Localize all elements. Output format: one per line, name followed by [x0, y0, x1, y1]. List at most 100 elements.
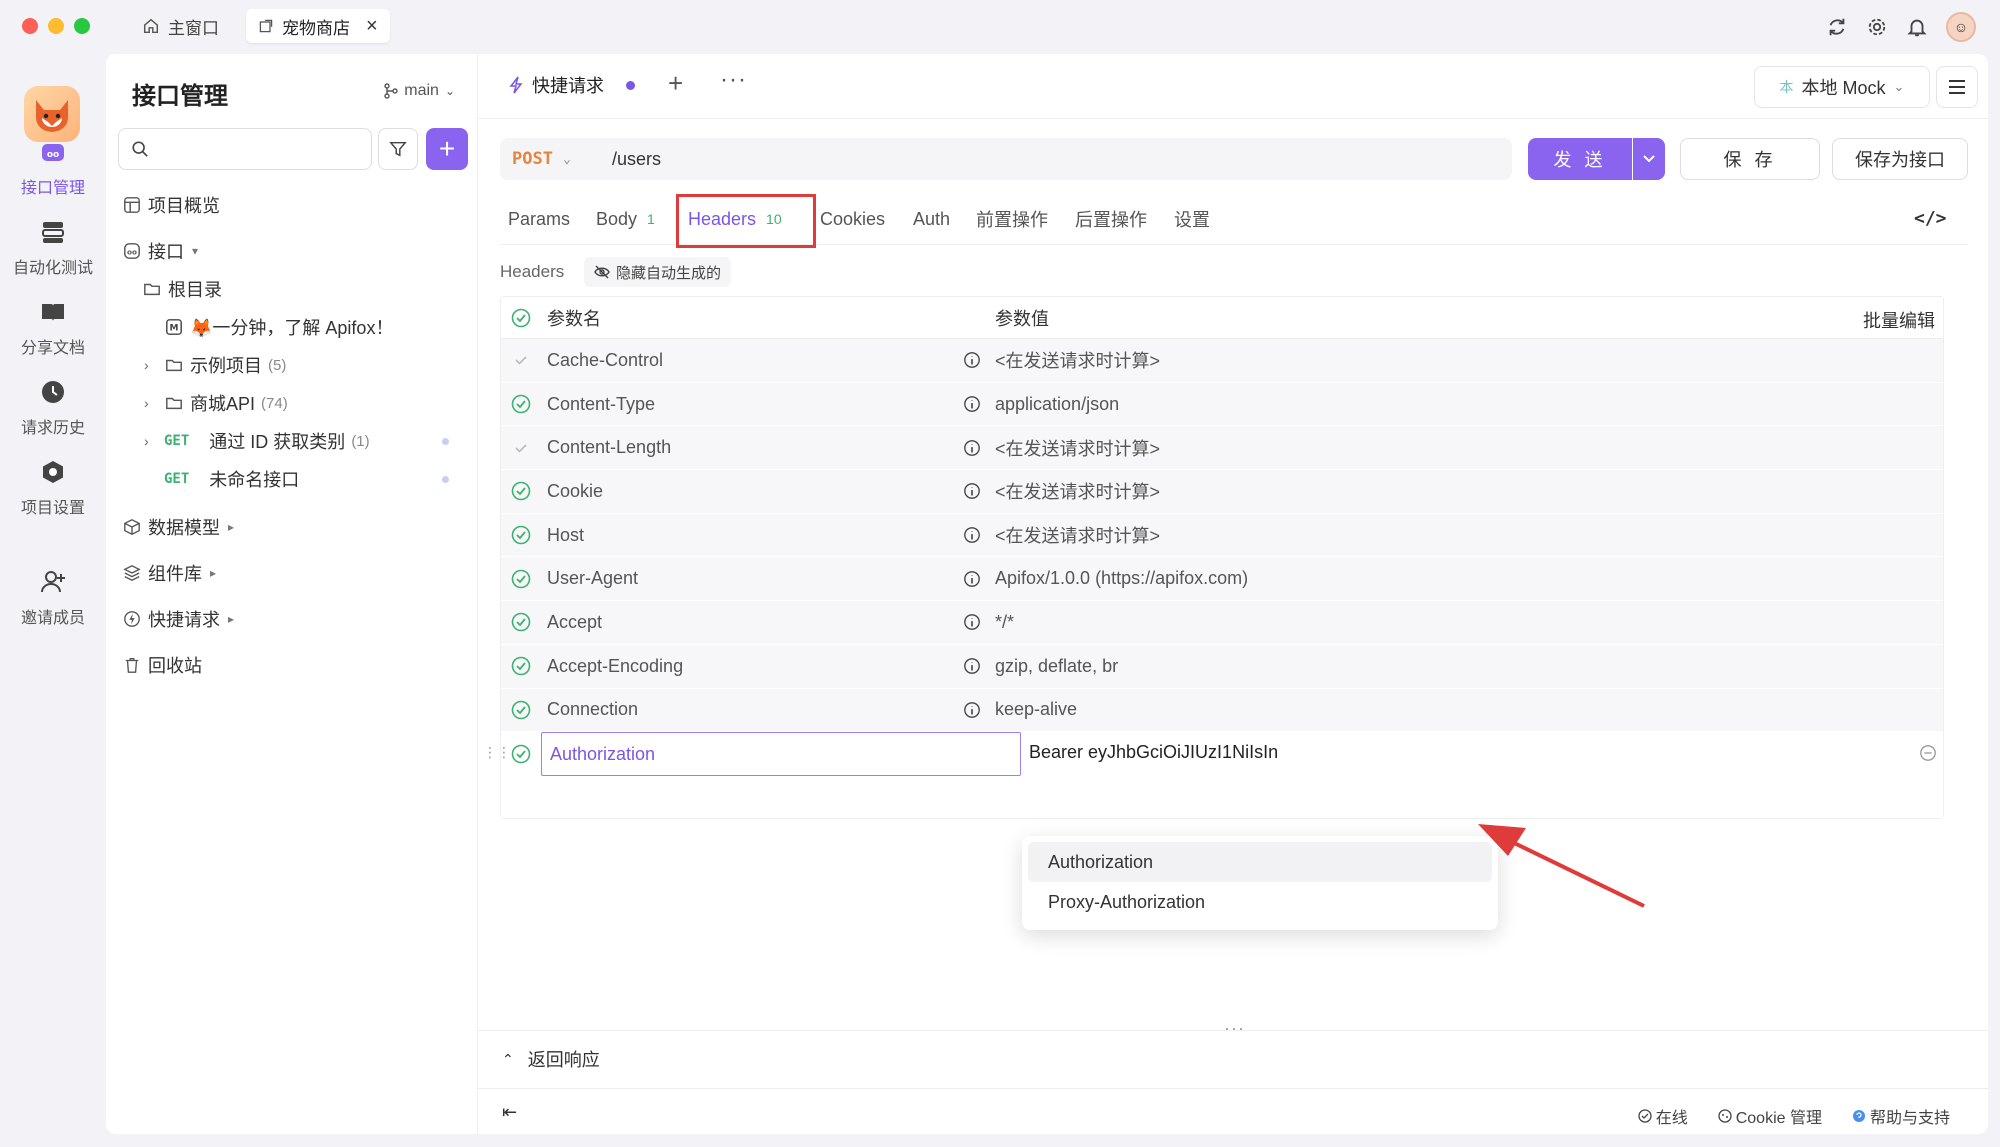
- send-options-button[interactable]: [1633, 138, 1665, 180]
- tree-item-api[interactable]: oo 接口 ▾: [122, 236, 198, 266]
- tree-item-components[interactable]: 组件库 ▸: [122, 558, 216, 588]
- check-circle-icon[interactable]: [511, 525, 531, 545]
- filter-button[interactable]: [378, 128, 418, 170]
- header-value: <在发送请求时计算>: [995, 526, 1161, 547]
- check-icon[interactable]: [514, 441, 528, 455]
- sync-icon[interactable]: [1826, 16, 1848, 38]
- rail-item-automation[interactable]: 自动化测试: [0, 218, 106, 278]
- window-close-button[interactable]: [22, 18, 38, 34]
- check-circle-icon[interactable]: [511, 700, 531, 720]
- response-panel-toggle[interactable]: ⌃ 返回响应: [502, 1046, 600, 1072]
- caret-down-icon: ▾: [192, 244, 199, 258]
- online-status[interactable]: 在线: [1638, 1104, 1688, 1128]
- tree-item-data-models[interactable]: 数据模型 ▸: [122, 512, 234, 542]
- tab-body[interactable]: Body 1: [596, 204, 655, 234]
- chevron-right-icon: ›: [144, 357, 149, 373]
- check-icon[interactable]: [514, 353, 528, 367]
- branch-selector[interactable]: main ⌄: [384, 82, 455, 100]
- header-name-input[interactable]: Authorization: [541, 732, 1021, 777]
- header-name: Cookie: [547, 480, 604, 501]
- tree-label: 未命名接口: [209, 470, 300, 490]
- check-circle-icon[interactable]: [511, 744, 531, 764]
- more-tabs-icon[interactable]: ···: [720, 66, 747, 94]
- tree-item-root[interactable]: 根目录: [142, 274, 222, 304]
- tree-item-unnamed-api[interactable]: GET 未命名接口: [164, 464, 299, 494]
- col-name-header: 参数名: [547, 308, 601, 329]
- book-icon: [42, 304, 64, 321]
- close-icon[interactable]: ×: [366, 15, 378, 38]
- rail-item-api-management[interactable]: oo 接口管理: [0, 138, 106, 198]
- tree-item-example-project[interactable]: › 示例项目 (5): [144, 350, 286, 380]
- tree-item-get-category[interactable]: › GET 通过 ID 获取类别 (1): [144, 426, 370, 456]
- resize-handle-icon[interactable]: ···: [1224, 1018, 1245, 1039]
- hide-auto-label: 隐藏自动生成的: [616, 264, 722, 282]
- chevron-down-icon: [1643, 155, 1655, 163]
- tree-label: 项目概览: [148, 196, 220, 216]
- header-name: Content-Type: [547, 393, 656, 414]
- tree-count: (5): [268, 356, 287, 374]
- info-icon: [964, 570, 980, 587]
- tree-item-quick-request[interactable]: 快捷请求 ▸: [122, 604, 234, 634]
- menu-button[interactable]: [1936, 66, 1978, 108]
- table-row: Cache-Control <在发送请求时计算>: [501, 339, 1943, 383]
- table-row: Accept */*: [501, 601, 1943, 645]
- check-circle-icon[interactable]: [511, 481, 531, 501]
- bulk-edit-button[interactable]: 批量编辑: [1863, 307, 1935, 333]
- table-row: Connection keep-alive: [501, 688, 1943, 733]
- check-circle-icon[interactable]: [511, 569, 531, 589]
- rail-item-invite[interactable]: 邀请成员: [0, 568, 106, 628]
- sidebar-search-input[interactable]: [118, 128, 372, 170]
- tree-item-intro[interactable]: M 🦊一分钟，了解 Apifox！: [164, 312, 393, 342]
- tab-auth[interactable]: Auth: [913, 204, 950, 234]
- window-tab-project[interactable]: 宠物商店 ×: [246, 9, 390, 43]
- bell-icon[interactable]: [1906, 16, 1928, 38]
- tab-label: Body: [596, 208, 638, 229]
- rail-item-project-settings[interactable]: 项目设置: [0, 458, 106, 518]
- suggestion-authorization[interactable]: Authorization: [1028, 842, 1492, 882]
- rail-label: 请求历史: [20, 420, 85, 437]
- info-icon: [964, 658, 980, 675]
- collapse-sidebar-icon[interactable]: ⇤: [502, 1102, 517, 1123]
- check-circle-icon[interactable]: [511, 656, 531, 676]
- window-minimize-button[interactable]: [48, 18, 64, 34]
- save-button[interactable]: 保 存: [1680, 138, 1820, 180]
- send-button[interactable]: 发 送: [1528, 138, 1632, 180]
- tree-item-trash[interactable]: 回收站: [122, 650, 202, 680]
- gear-icon[interactable]: [1866, 16, 1888, 38]
- save-as-api-button[interactable]: 保存为接口: [1832, 138, 1968, 180]
- user-avatar[interactable]: ☺: [1946, 12, 1976, 42]
- request-tab[interactable]: 快捷请求: [490, 54, 653, 118]
- check-circle-icon[interactable]: [511, 394, 531, 414]
- tree-item-shop-api[interactable]: › 商城API (74): [144, 388, 288, 418]
- header-name: User-Agent: [547, 568, 639, 589]
- header-name: Cache-Control: [547, 349, 664, 370]
- tab-post-operations[interactable]: 后置操作: [1075, 204, 1147, 234]
- tree-count: (1): [351, 432, 370, 450]
- add-button[interactable]: +: [426, 128, 468, 170]
- remove-row-icon[interactable]: [1919, 744, 1937, 762]
- tab-cookies[interactable]: Cookies: [820, 204, 885, 234]
- tab-params[interactable]: Params: [508, 204, 570, 234]
- cookie-manager-button[interactable]: Cookie 管理: [1718, 1104, 1822, 1128]
- header-name: Content-Length: [547, 437, 672, 458]
- tab-pre-operations[interactable]: 前置操作: [976, 204, 1048, 234]
- header-value-input[interactable]: Bearer eyJhbGciOiJIUzI1NiIsIn: [1029, 742, 1278, 763]
- rail-item-share-docs[interactable]: 分享文档: [0, 298, 106, 358]
- environment-selector[interactable]: 本 本地 Mock ⌄: [1754, 66, 1930, 108]
- new-row-placeholder[interactable]: [501, 775, 1943, 818]
- method-select[interactable]: POST ⌄: [500, 149, 600, 169]
- suggestion-proxy-authorization[interactable]: Proxy-Authorization: [1028, 882, 1492, 922]
- tree-item-overview[interactable]: 项目概览: [122, 190, 220, 220]
- window-maximize-button[interactable]: [74, 18, 90, 34]
- hide-auto-generated-toggle[interactable]: 隐藏自动生成的: [584, 257, 732, 287]
- check-circle-icon[interactable]: [511, 612, 531, 632]
- url-input[interactable]: /users: [600, 149, 661, 170]
- tab-settings[interactable]: 设置: [1174, 204, 1210, 234]
- check-circle-icon[interactable]: [511, 308, 531, 328]
- rail-item-history[interactable]: 请求历史: [0, 378, 106, 438]
- new-tab-button[interactable]: +: [668, 68, 683, 99]
- drag-handle-icon[interactable]: ⋮⋮: [483, 744, 511, 761]
- code-icon[interactable]: </>: [1914, 208, 1947, 229]
- help-button[interactable]: 帮助与支持: [1852, 1104, 1950, 1128]
- window-tab-home[interactable]: 主窗口: [130, 9, 231, 43]
